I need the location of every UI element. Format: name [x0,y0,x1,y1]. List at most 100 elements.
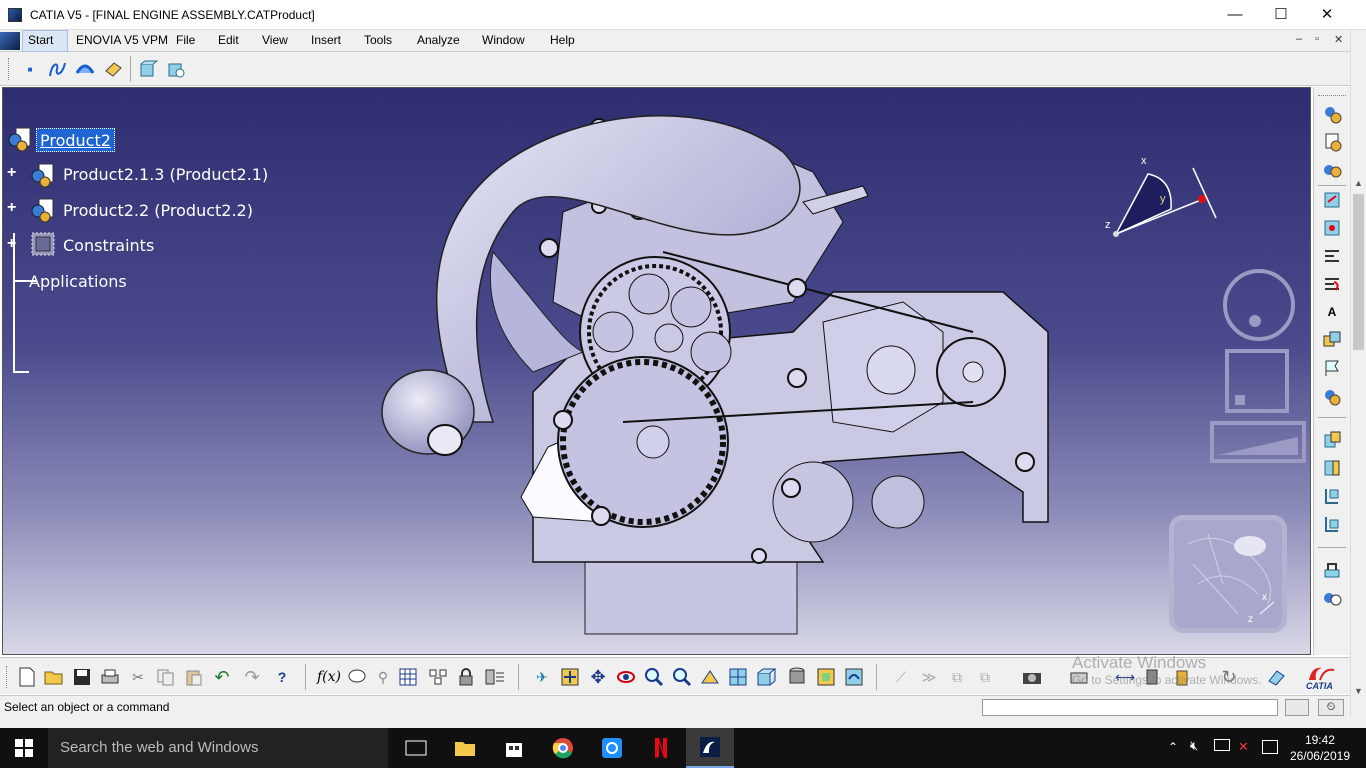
iso-view-icon[interactable] [755,666,777,688]
power-input-button[interactable] [1285,699,1309,716]
scroll-down-icon[interactable]: ▼ [1354,686,1363,696]
power-input-field[interactable] [982,699,1278,716]
tree-node-product2-2[interactable]: Product2.2 (Product2.2) [63,201,253,220]
tree-node-constraints[interactable]: Constraints [63,236,154,255]
tree-root-label[interactable]: Product2 [40,131,111,150]
redo-icon[interactable]: ↷ [241,666,263,688]
spline-icon[interactable] [46,58,68,80]
hide-show-icon[interactable] [815,666,837,688]
lock-icon[interactable] [455,666,477,688]
pan-icon[interactable]: ✥ [587,666,609,688]
window-scrollbar[interactable]: ▲ ▼ [1350,30,1366,718]
minimize-button[interactable]: — [1212,0,1258,30]
menu-tools[interactable]: Tools [364,33,392,47]
close-button[interactable]: ✕ [1304,0,1350,30]
notifications-icon[interactable] [1262,740,1278,754]
menu-start[interactable]: Start [28,33,53,47]
menu-view[interactable]: View [262,33,288,47]
tree-root-selected[interactable]: Product2 [36,128,115,152]
ungroup-icon[interactable]: ⧉ [974,666,996,688]
menu-analyze[interactable]: Analyze [417,33,460,47]
product-root-icon[interactable] [7,126,31,152]
catalog-icon[interactable] [427,666,449,688]
zoom-view-icon[interactable] [1210,421,1306,463]
new-product-icon[interactable] [1321,159,1343,181]
sync-app-icon[interactable] [588,728,636,768]
whats-this-icon[interactable]: ? [271,666,293,688]
offset-constraint-icon[interactable] [1321,485,1343,507]
engine-assembly-model[interactable] [373,102,1063,652]
task-view-icon[interactable] [392,728,440,768]
undo-icon[interactable]: ↶ [211,666,233,688]
point-icon[interactable]: ■ [19,58,41,80]
text-annotation-icon[interactable]: A [1321,301,1343,323]
expand-icon[interactable]: + [7,200,19,216]
3d-viewport[interactable]: Product2 + Product2.1.3 (Product2.1) + P… [2,87,1311,655]
paste-icon[interactable] [183,666,205,688]
flag-note-icon[interactable] [1321,357,1343,379]
menu-window[interactable]: Window [482,33,525,47]
menu-help[interactable]: Help [550,33,575,47]
update-icon[interactable] [1321,587,1343,609]
fit-all-icon[interactable] [559,666,581,688]
tree-node-applications[interactable]: Applications [29,272,127,291]
store-icon[interactable] [490,728,538,768]
new-file-icon[interactable] [16,666,38,688]
group-icon[interactable]: ⧉ [946,666,968,688]
weld-feature-icon[interactable] [1321,329,1343,351]
compass-widget[interactable]: x y z [1098,154,1218,254]
catalog-browser-icon[interactable] [1321,385,1343,407]
taskbar-search-box[interactable]: Search the web and Windows [48,728,388,768]
eraser-icon[interactable] [1265,666,1287,688]
network-error-icon[interactable]: ✕ [1238,739,1249,755]
multi-view-icon[interactable] [727,666,749,688]
constraints-icon[interactable] [30,231,55,256]
mdi-restore-button[interactable]: ▫ [1315,33,1319,45]
volume-muted-icon[interactable]: 🔇︎ [1190,738,1198,754]
menu-enovia[interactable]: ENOVIA V5 VPM [76,33,168,47]
fly-mode-icon[interactable]: ✈ [531,666,553,688]
catia-menu-icon[interactable] [0,32,20,50]
mdi-close-button[interactable]: ✕ [1334,33,1343,46]
cube-edit-icon[interactable] [165,58,187,80]
zoom-out-icon[interactable] [671,666,693,688]
open-folder-icon[interactable] [43,666,65,688]
explode-icon[interactable] [1321,245,1343,267]
minimap-navigator[interactable]: x z [1169,515,1287,633]
expand-icon[interactable]: + [7,165,19,181]
chrome-icon[interactable] [539,728,587,768]
gear-assembly-icon[interactable] [1321,103,1343,125]
taskbar-clock[interactable]: 19:42 26/06/2019 [1290,732,1350,764]
stop-manipulate-icon[interactable] [1321,273,1343,295]
formula-icon[interactable]: f(x) [317,666,341,688]
menu-file[interactable]: File [176,33,195,47]
cut-icon[interactable]: ✂ [127,666,149,688]
show-hidden-icons[interactable]: ⌃ [1168,740,1178,754]
manipulate-icon[interactable] [1321,189,1343,211]
menu-edit[interactable]: Edit [218,33,239,47]
knowledge-advisor-icon[interactable] [346,666,368,688]
normal-view-icon[interactable] [699,666,721,688]
product-icon[interactable] [30,197,54,223]
reaction-icon[interactable]: ⚲ [372,666,394,688]
angle-constraint-icon[interactable] [1321,513,1343,535]
next-step-icon[interactable]: ≫ [918,666,940,688]
design-table-icon[interactable] [397,666,419,688]
mdi-minimize-button[interactable]: – [1296,33,1302,45]
catia-taskbar-icon[interactable] [686,728,734,768]
surface-icon[interactable] [74,58,96,80]
tree-node-product2-1-3[interactable]: Product2.1.3 (Product2.1) [63,165,268,184]
scroll-thumb[interactable] [1353,194,1364,350]
snap-icon[interactable] [1321,217,1343,239]
cube-plus-icon[interactable] [137,58,159,80]
print-icon[interactable] [99,666,121,688]
cut-section-icon[interactable]: ⟋ [890,666,912,688]
fix-component-icon[interactable] [1321,559,1343,581]
camera-icon[interactable] [1021,666,1043,688]
pan-view-icon[interactable] [1225,349,1289,413]
battery-icon[interactable] [1214,739,1230,751]
zoom-in-icon[interactable] [643,666,665,688]
scroll-up-icon[interactable]: ▲ [1354,178,1363,188]
expand-icon[interactable]: + [7,236,19,252]
copy-icon[interactable] [155,666,177,688]
